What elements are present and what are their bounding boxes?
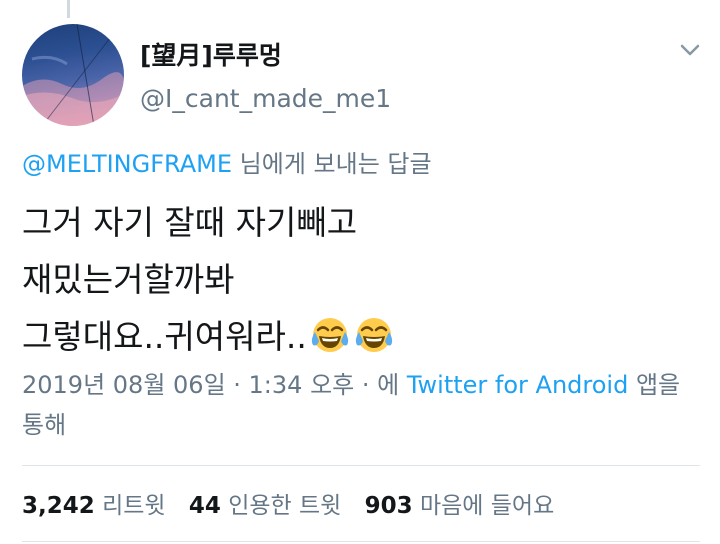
engagement-stats: 3,242 리트윗 44 인용한 트윗 903 마음에 들어요 [22,486,570,520]
timestamp[interactable]: 2019년 08월 06일 · 1:34 오후 · 에 [22,371,407,399]
thread-connector-line [67,0,70,18]
quotes-stat[interactable]: 44 인용한 트윗 [189,493,341,519]
likes-count: 903 [364,493,413,519]
tweet-text: 그거 자기 잘때 자기빼고 재밌는거할까봐 그렇대요..귀여워라.. [22,194,395,365]
tweet-metadata: 2019년 08월 06일 · 1:34 오후 · 에 Twitter for … [22,365,702,445]
tweet-line-3: 그렇대요..귀여워라.. [22,308,395,365]
display-name[interactable]: [望月]루루멍 [140,36,282,72]
retweets-count: 3,242 [22,493,95,519]
tweet-line-1: 그거 자기 잘때 자기빼고 [22,203,358,242]
reply-context-suffix: 님에게 보내는 답글 [232,150,432,178]
face-with-tears-of-joy-icon [355,318,392,352]
avatar-sky-image [22,24,124,126]
likes-label: 마음에 들어요 [419,493,555,519]
quotes-count: 44 [188,493,221,519]
divider [22,465,700,466]
retweets-label: 리트윗 [102,493,166,519]
reply-context: @MELTINGFRAME 님에게 보내는 답글 [22,144,432,179]
source-link[interactable]: Twitter for Android [407,371,628,399]
chevron-down-icon[interactable] [678,42,702,58]
user-handle[interactable]: @I_cant_made_me1 [140,84,391,113]
quotes-label: 인용한 트윗 [228,493,342,519]
face-with-tears-of-joy-icon [311,318,348,352]
tweet-line-2: 재밌는거할까봐 [22,260,235,299]
tweet-line-3-text: 그렇대요..귀여워라.. [22,317,307,356]
retweets-stat[interactable]: 3,242 리트윗 [22,493,166,519]
avatar[interactable] [22,24,124,126]
reply-mention-link[interactable]: @MELTINGFRAME [22,150,232,178]
likes-stat[interactable]: 903 마음에 들어요 [365,493,555,519]
divider [22,541,700,542]
